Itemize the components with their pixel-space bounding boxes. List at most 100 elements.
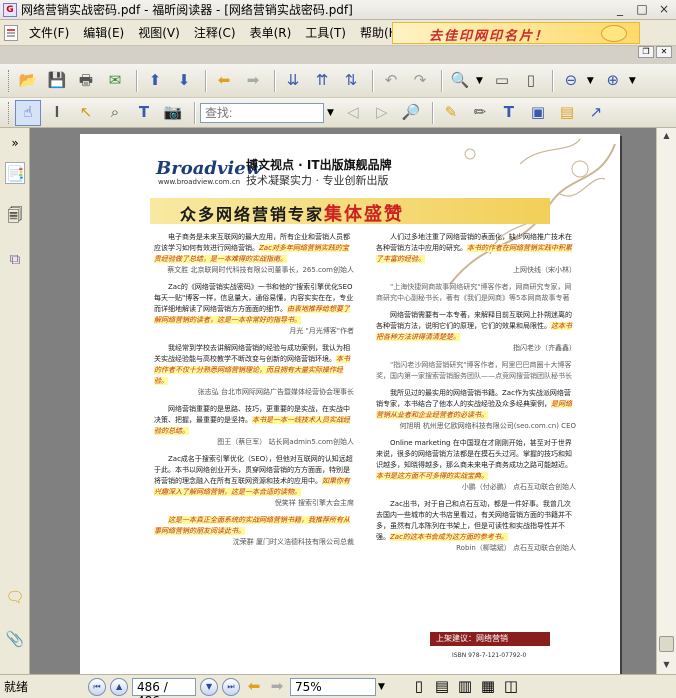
headline-plain: 众多网络营销专家 (180, 205, 325, 224)
scroll-up-icon[interactable]: ▲ (659, 129, 674, 143)
print-icon[interactable]: 🖶 (73, 68, 99, 94)
typewriter-icon[interactable]: T (496, 100, 522, 126)
zoom-in-icon[interactable]: 🔍 (447, 68, 473, 94)
fit-page-icon[interactable]: ▭ (489, 68, 515, 94)
headline: 众多网络营销专家集体盛赞 (180, 200, 404, 226)
zoom-dropdown-icon[interactable]: ▼ (476, 76, 483, 86)
note-icon[interactable]: ▤ (554, 100, 580, 126)
go-back-icon[interactable]: ⬅ (211, 68, 237, 94)
pencil-icon[interactable]: ✏ (467, 100, 493, 126)
close-document-button[interactable]: ✕ (656, 46, 672, 58)
menu-form[interactable]: 表单(R) (243, 20, 299, 46)
menu-view[interactable]: 视图(V) (131, 20, 187, 46)
review-byline: 何旭明 杭州思亿欧网络科技有限公司(seo.com.cn) CEO (399, 422, 576, 430)
scroll-down-icon[interactable]: ▼ (659, 658, 674, 672)
review-highlight: 这是一本真正全面系统的实战网络营销书籍，我推荐所有从事网络营销的朋友阅读此书。 (154, 516, 350, 535)
continuous-icon[interactable]: ▤ (434, 674, 450, 698)
menu-file[interactable]: 文件(F) (22, 20, 76, 46)
review-byline: 张志弘 台北市网际网路广告暨媒体经营协会理事长 (197, 388, 354, 396)
review-text: 网络营销需要有一本专著，来解释目前互联网上扑朔迷离的各种营销方法，说明它们的原理… (376, 311, 572, 330)
shelf-label: 上架建议：网络营销 (430, 632, 550, 646)
document-icon[interactable] (4, 24, 18, 41)
split-view-icon[interactable]: ◫ (503, 674, 519, 698)
toolbar-grip[interactable] (8, 101, 11, 124)
open-folder-icon[interactable]: 📂 (15, 68, 41, 94)
undo-icon[interactable]: ↶ (378, 68, 404, 94)
zoom-out-circle-icon[interactable]: ⊖ (558, 68, 584, 94)
ad-banner[interactable]: 去佳印网印名片！ (392, 22, 640, 44)
review-block: 网络营销重要的是思路、技巧，更重要的是实战，在实战中决策、把握，最重要的是坚持。… (154, 404, 354, 448)
bookmarks-icon[interactable]: 📑 (5, 162, 25, 184)
ad-text[interactable]: 去佳印网印名片！ (429, 25, 549, 44)
single-page-icon[interactable]: ▯ (411, 674, 427, 698)
layers-icon[interactable]: ⧉ (5, 248, 25, 270)
zoom-field-dropdown-icon[interactable]: ▼ (378, 682, 385, 692)
page-number-field[interactable]: 486 / 486 (132, 677, 197, 698)
previous-page-icon[interactable]: ⬆ (142, 68, 168, 94)
search-dropdown-icon[interactable]: ▼ (327, 108, 334, 118)
highlight-icon[interactable]: ✎ (438, 100, 464, 126)
export-page-icon[interactable]: ⇈ (309, 68, 335, 94)
first-page-icon[interactable]: ⏮ (88, 677, 107, 696)
scroll-thumb[interactable] (659, 636, 674, 652)
review-block: Zac成名于搜索引擎优化（SEO），但他对互联网的认知远超于此。本书以网络创业开… (154, 454, 354, 509)
pdf-page: Broadview www.broadview.com.cn 博文视点 · IT… (80, 134, 620, 674)
menu-comment[interactable]: 注释(C) (187, 20, 243, 46)
find-next-icon[interactable]: ▷ (369, 100, 395, 126)
document-view[interactable]: Broadview www.broadview.com.cn 博文视点 · IT… (30, 128, 656, 674)
continuous-facing-icon[interactable]: ▦ (480, 674, 496, 698)
review-block: 这是一本真正全面系统的实战网络营销书籍，我推荐所有从事网络营销的朋友阅读此书。沈… (154, 515, 354, 548)
broadview-url: www.broadview.com.cn (158, 178, 241, 186)
pages-icon[interactable]: 🗐 (5, 204, 25, 226)
redo-icon[interactable]: ↷ (407, 68, 433, 94)
hand-tool-icon[interactable]: ☝ (15, 99, 41, 126)
pointer-icon[interactable]: ↖ (73, 100, 99, 126)
review-block: "上海快捷网商故事网络研究"博客作者，网商研究专家，网商研究中心副秘书长，著有《… (376, 282, 576, 304)
snapshot-icon[interactable]: 📷 (160, 100, 186, 126)
zoom-field[interactable]: 75% (290, 677, 377, 696)
last-page-icon[interactable]: ⏭ (222, 677, 241, 696)
previous-page-button-icon[interactable]: ▲ (110, 677, 129, 696)
email-icon[interactable]: ✉ (102, 68, 128, 94)
text-box-icon[interactable]: T (131, 100, 157, 126)
arrow-tool-icon[interactable]: ↗ (583, 100, 609, 126)
close-button[interactable]: × (654, 2, 674, 18)
title-bar: G 网络营销实战密码.pdf - 福昕阅读器 - [网络营销实战密码.pdf] … (0, 0, 676, 20)
menu-edit[interactable]: 编辑(E) (76, 20, 131, 46)
toolbar-grip[interactable] (8, 69, 11, 92)
minimize-button[interactable]: _ (610, 2, 630, 18)
zoom-out-dropdown-icon[interactable]: ▼ (587, 76, 594, 86)
find-previous-icon[interactable]: ◁ (340, 100, 366, 126)
restore-document-button[interactable]: ❐ (638, 46, 654, 58)
panel-toggle-icon[interactable]: » (5, 132, 25, 154)
review-byline: Robin（柳瑞斌） 点石互动联合创始人 (456, 544, 576, 552)
review-byline: 图王（蔡巨军） 站长网admin5.com创始人 (217, 438, 354, 446)
next-page-icon[interactable]: ⬇ (171, 68, 197, 94)
go-forward-icon[interactable]: ➡ (240, 68, 266, 94)
vertical-scrollbar[interactable]: ▲ ▼ (656, 128, 676, 674)
review-block: 网络营销需要有一本专著，来解释目前互联网上扑朔迷离的各种营销方法，说明它们的原理… (376, 310, 576, 354)
select-text-icon[interactable]: 𝐈 (44, 100, 70, 126)
menu-tools[interactable]: 工具(T) (298, 20, 353, 46)
save-icon[interactable]: 💾 (44, 68, 70, 94)
maximize-button[interactable]: □ (632, 2, 652, 18)
forward-arrow-icon[interactable]: ➡ (267, 674, 287, 698)
toolbar-separator (441, 69, 442, 92)
callout-icon[interactable]: ▣ (525, 100, 551, 126)
binoculars-icon[interactable]: ⌕ (102, 100, 128, 126)
fit-width-icon[interactable]: ▯ (518, 68, 544, 94)
toolbar-separator (194, 101, 195, 124)
extract-page-icon[interactable]: ⇅ (338, 68, 364, 94)
comments-icon[interactable]: 🗨 (5, 586, 25, 608)
attachments-icon[interactable]: 📎 (5, 628, 25, 650)
next-page-button-icon[interactable]: ▼ (200, 677, 219, 696)
search-input[interactable] (200, 102, 324, 123)
import-page-icon[interactable]: ⇊ (280, 68, 306, 94)
left-panel: » 📑 🗐 ⧉ 🗨 📎 (0, 128, 30, 674)
toolbar-separator (274, 69, 275, 92)
zoom-in-circle-icon[interactable]: ⊕ (600, 68, 626, 94)
back-arrow-icon[interactable]: ⬅ (244, 674, 264, 698)
facing-icon[interactable]: ▥ (457, 674, 473, 698)
zoom-in-dropdown-icon[interactable]: ▼ (629, 76, 636, 86)
find-options-icon[interactable]: 🔎 (398, 100, 424, 126)
